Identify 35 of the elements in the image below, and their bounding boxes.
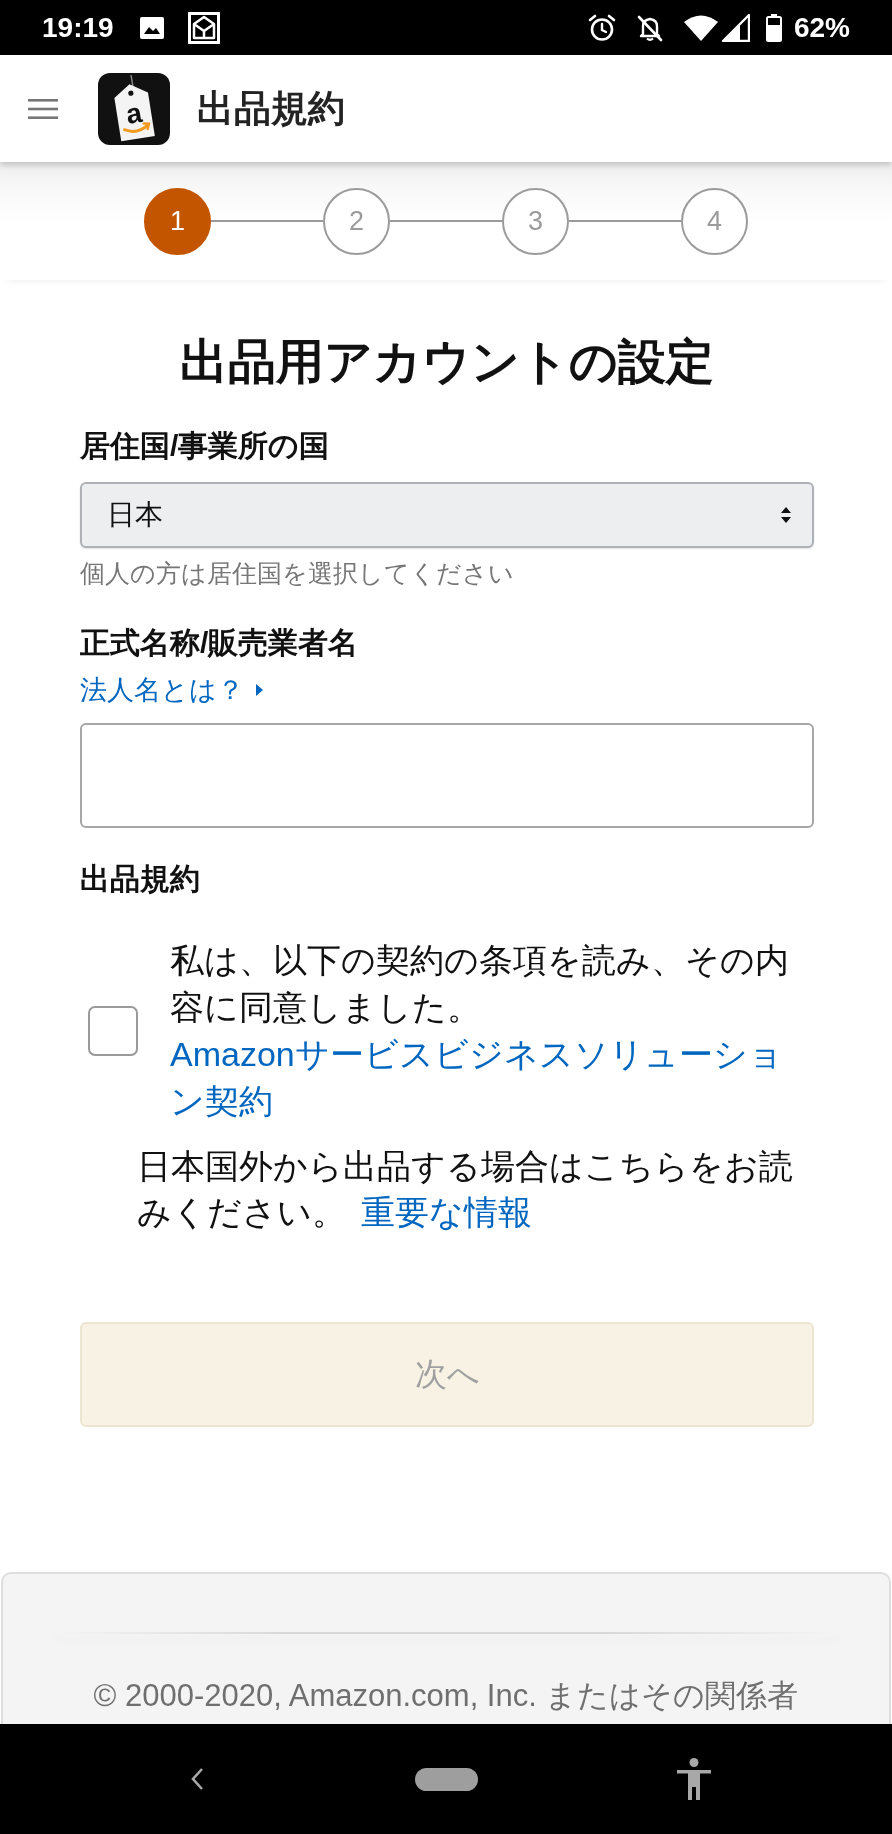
accessibility-icon[interactable]	[676, 1758, 712, 1800]
section-heading: 出品規約	[80, 861, 200, 897]
header-title: 出品規約	[197, 86, 345, 131]
copyright-text: © 2000-2020, Amazon.com, Inc. またはその関係者	[92, 1678, 800, 1714]
back-icon[interactable]	[190, 1767, 204, 1791]
battery-icon	[765, 13, 782, 42]
bell-off-icon	[635, 13, 664, 42]
wifi-icon	[683, 14, 718, 41]
agreement-text: 私は、以下の契約の条項を読み、その内容に同意しました。	[170, 940, 790, 1028]
menu-icon[interactable]	[28, 98, 58, 119]
field-label: 正式名称/販売業者名	[80, 625, 359, 661]
image-icon	[139, 16, 164, 39]
page-title: 出品用アカウントの設定	[179, 334, 715, 390]
help-link[interactable]: 法人名とは？	[80, 672, 263, 708]
step-indicator: 3	[502, 187, 569, 255]
agreement-link[interactable]: Amazonサービスビジネスソリューション契約	[170, 1031, 796, 1125]
caret-icon	[256, 684, 263, 696]
field-label: 居住国/事業所の国	[80, 428, 330, 464]
step-indicator: 2	[323, 187, 390, 255]
step-indicator: 1	[144, 187, 211, 255]
checkbox[interactable]	[88, 1006, 138, 1056]
cube-icon	[187, 11, 220, 44]
hint-text: 個人の方は居住国を選択してください	[80, 558, 514, 589]
status-time: 19:19	[42, 10, 114, 45]
important-info-link[interactable]: 重要な情報	[361, 1193, 533, 1231]
up-down-arrows-icon	[780, 506, 792, 524]
home-button[interactable]	[415, 1767, 478, 1791]
alarm-clock-icon	[587, 13, 616, 42]
battery-percentage: 62%	[793, 10, 850, 45]
notice-text: 日本国外から出品する場合はこちらをお読みください。 重要な情報	[137, 1146, 794, 1233]
text-input-field[interactable]	[80, 723, 814, 828]
signal-icon	[721, 13, 750, 42]
country-select[interactable]: 日本	[80, 482, 814, 548]
app-logo-icon: a	[98, 72, 170, 145]
step-indicator: 4	[681, 187, 748, 255]
